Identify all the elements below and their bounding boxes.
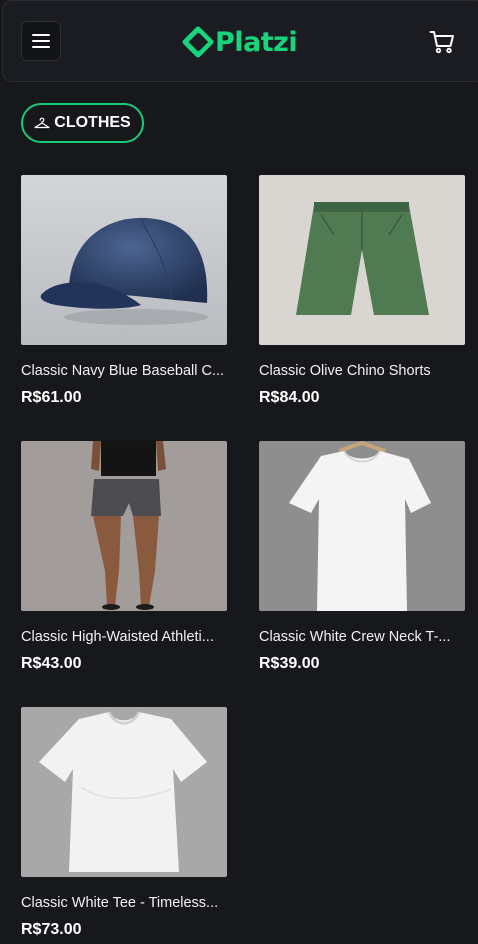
product-title[interactable]: Classic Navy Blue Baseball C... <box>21 363 227 380</box>
product-price: R$43.00 <box>21 655 82 672</box>
product-image[interactable] <box>21 707 227 877</box>
cart-button[interactable] <box>429 30 455 54</box>
product-card[interactable]: Classic White Tee - Timeless... R$73.00 <box>21 707 227 939</box>
product-card[interactable]: Classic Olive Chino Shorts R$84.00 <box>259 175 465 407</box>
product-image[interactable] <box>259 441 465 611</box>
product-image[interactable] <box>259 175 465 345</box>
product-price: R$39.00 <box>259 655 320 672</box>
hanger-icon <box>34 117 50 129</box>
product-image[interactable] <box>21 175 227 345</box>
category-label: CLOTHES <box>54 114 131 131</box>
product-image[interactable] <box>21 441 227 611</box>
product-title[interactable]: Classic White Tee - Timeless... <box>21 895 227 912</box>
product-price: R$84.00 <box>259 389 320 406</box>
logo-text: Platzi <box>215 26 298 58</box>
hamburger-menu-icon <box>32 34 50 48</box>
page: Platzi CLOTHES Classic Navy Blue Basebal… <box>0 0 478 944</box>
product-card[interactable]: Classic White Crew Neck T-... R$39.00 <box>259 441 465 673</box>
cart-icon <box>429 31 454 54</box>
menu-button[interactable] <box>21 21 61 61</box>
product-card[interactable]: Classic Navy Blue Baseball C... R$61.00 <box>21 175 227 407</box>
category-chip-clothes[interactable]: CLOTHES <box>21 103 144 143</box>
product-price: R$73.00 <box>21 921 82 938</box>
platzi-logo[interactable]: Platzi <box>182 24 298 60</box>
product-title[interactable]: Classic White Crew Neck T-... <box>259 629 465 646</box>
product-card[interactable]: Classic High-Waisted Athleti... R$43.00 <box>21 441 227 673</box>
platzi-logo-icon <box>182 26 214 58</box>
product-title[interactable]: Classic Olive Chino Shorts <box>259 363 465 380</box>
product-price: R$61.00 <box>21 389 82 406</box>
product-title[interactable]: Classic High-Waisted Athleti... <box>21 629 227 646</box>
